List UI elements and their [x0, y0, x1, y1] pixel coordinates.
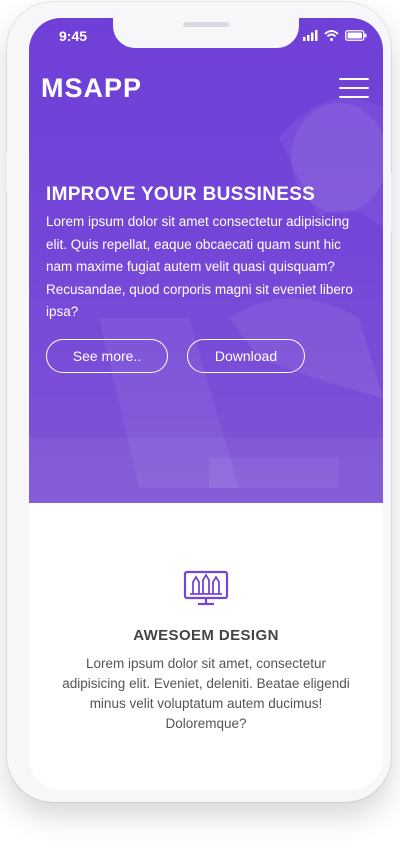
wifi-icon: [324, 30, 339, 41]
hero-section: 9:45 MSAPP IMPROVE YOUR BUSSINESS Lorem …: [29, 18, 383, 503]
phone-frame: 9:45 MSAPP IMPROVE YOUR BUSSINESS Lorem …: [4, 2, 394, 802]
bg-person-hair: [279, 98, 383, 228]
status-icons: [303, 30, 367, 41]
bg-keyboard: [209, 458, 339, 488]
feature-description: Lorem ipsum dolor sit amet, consectetur …: [62, 656, 350, 731]
design-monitor-icon: [183, 570, 229, 606]
hero-description: Lorem ipsum dolor sit amet consectetur a…: [46, 214, 353, 319]
download-button[interactable]: Download: [187, 339, 305, 373]
status-time: 9:45: [59, 28, 88, 44]
brand-logo[interactable]: MSAPP: [41, 73, 142, 104]
speaker-grille: [183, 22, 229, 27]
screen: 9:45 MSAPP IMPROVE YOUR BUSSINESS Lorem …: [29, 18, 383, 790]
signal-icon: [303, 30, 318, 41]
feature-title: AWESOEM DESIGN: [133, 627, 279, 644]
battery-icon: [345, 30, 367, 41]
see-more-button[interactable]: See more..: [46, 339, 168, 373]
volume-button: [4, 152, 7, 192]
hamburger-menu-icon[interactable]: [339, 78, 369, 100]
hero-title: IMPROVE YOUR BUSSINESS: [46, 184, 316, 205]
device-notch: [113, 18, 299, 48]
power-button: [391, 172, 394, 232]
